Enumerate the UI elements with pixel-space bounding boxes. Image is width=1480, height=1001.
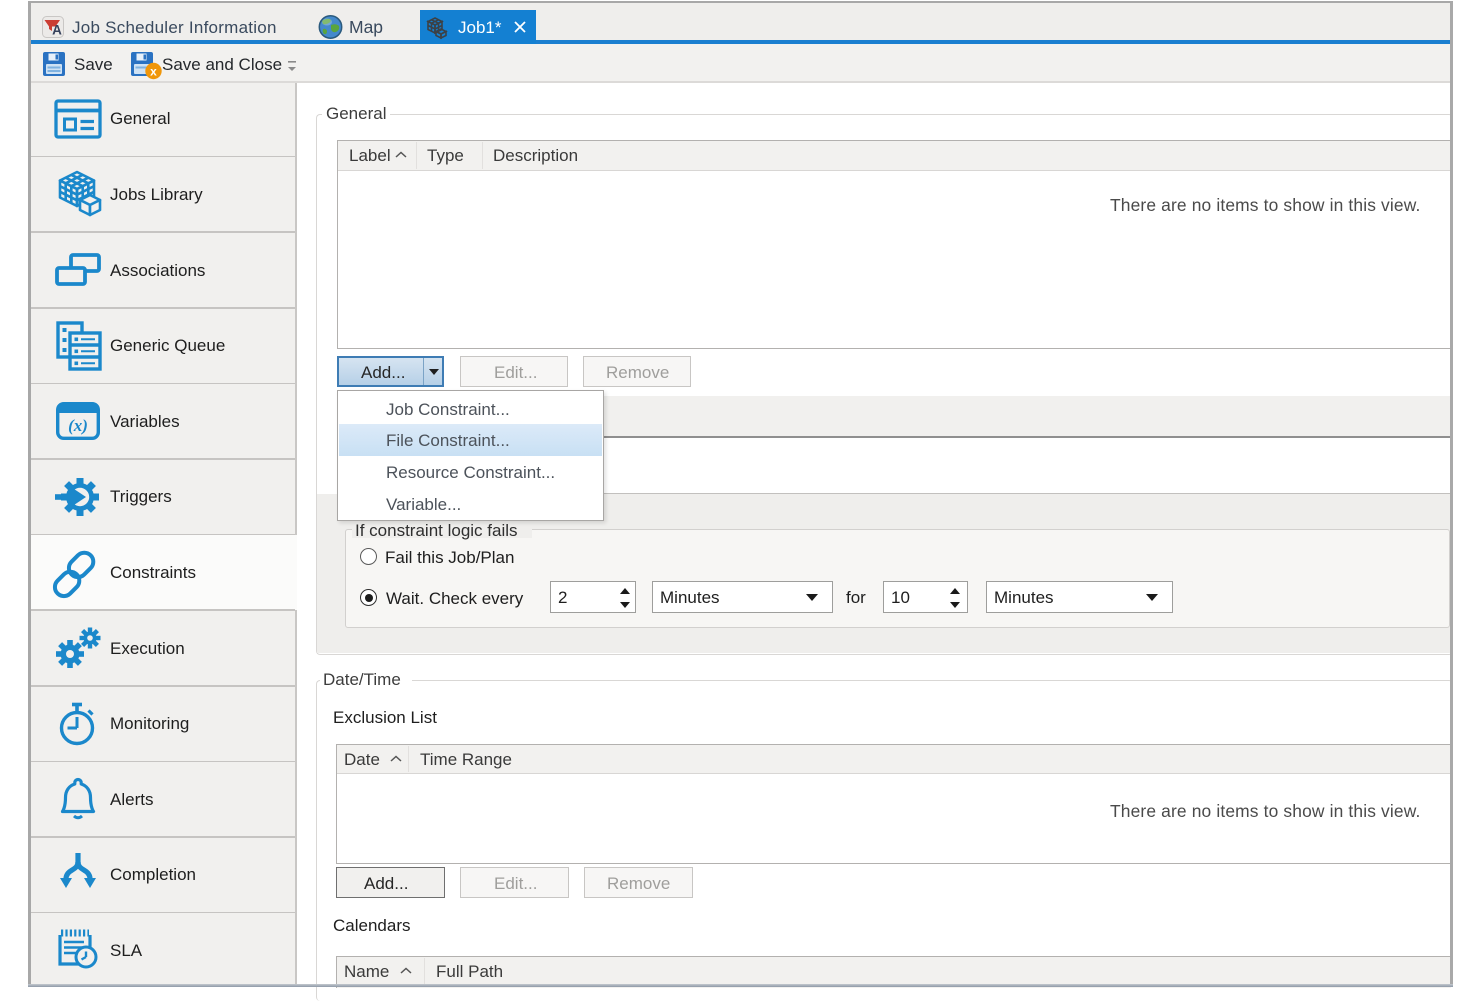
svg-text:A: A	[52, 23, 62, 38]
svg-text:x: x	[150, 65, 157, 79]
svg-text:(x): (x)	[68, 416, 88, 435]
